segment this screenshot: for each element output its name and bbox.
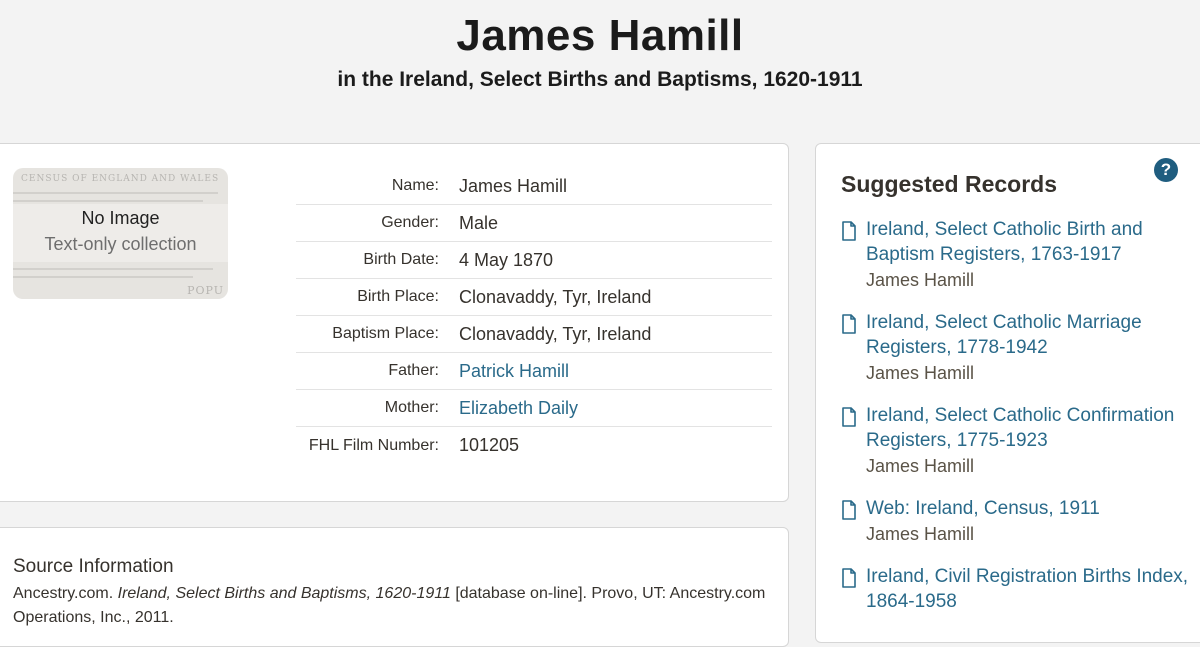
record-field-row: Gender: Male xyxy=(296,205,772,242)
suggested-records-list: Ireland, Select Catholic Birth and Bapti… xyxy=(841,217,1200,631)
suggested-record-link[interactable]: Web: Ireland, Census, 1911 xyxy=(866,496,1200,521)
document-icon xyxy=(842,500,856,520)
field-label: Birth Date: xyxy=(363,251,439,268)
bg-doc-line xyxy=(13,276,193,278)
bg-doc-popu: POPU xyxy=(187,284,224,297)
record-field-row: Birth Place: Clonavaddy, Tyr, Ireland xyxy=(296,279,772,316)
field-value: Clonavaddy, Tyr, Ireland xyxy=(459,286,652,307)
field-value: Clonavaddy, Tyr, Ireland xyxy=(459,323,652,344)
field-label: Baptism Place: xyxy=(332,325,439,342)
question-circle-icon[interactable]: ? xyxy=(1154,158,1178,182)
field-label: Father: xyxy=(388,362,439,379)
suggested-record-item: Ireland, Civil Registration Births Index… xyxy=(841,564,1200,614)
record-field-row: Baptism Place: Clonavaddy, Tyr, Ireland xyxy=(296,316,772,353)
suggested-record-link[interactable]: Ireland, Select Catholic Confirmation Re… xyxy=(866,403,1200,453)
suggested-records-title: Suggested Records xyxy=(841,171,1057,197)
suggested-record-person: James Hamill xyxy=(866,270,975,290)
record-field-row: Father: Patrick Hamill xyxy=(296,353,772,390)
suggested-record-person: James Hamill xyxy=(866,456,975,476)
no-image-subtitle: Text-only collection xyxy=(44,234,197,254)
suggested-record-person: James Hamill xyxy=(866,524,975,544)
no-image-title: No Image xyxy=(81,208,160,228)
document-icon xyxy=(842,407,856,427)
page-header: James Hamill in the Ireland, Select Birt… xyxy=(0,0,1200,92)
page-title: James Hamill xyxy=(456,11,744,60)
collection-subtitle: in the Ireland, Select Births and Baptis… xyxy=(337,68,863,91)
field-label: Birth Place: xyxy=(357,288,439,305)
suggested-record-link[interactable]: Ireland, Select Catholic Birth and Bapti… xyxy=(866,217,1200,267)
source-collection: Ireland, Select Births and Baptisms, 162… xyxy=(117,585,451,602)
field-value-link[interactable]: Patrick Hamill xyxy=(459,361,569,382)
suggested-record-person: James Hamill xyxy=(866,363,975,383)
source-citation: Ancestry.com. Ireland, Select Births and… xyxy=(13,582,773,630)
bg-doc-line xyxy=(13,268,213,270)
suggested-record-item: Ireland, Select Catholic Confirmation Re… xyxy=(841,403,1200,479)
record-field-row: FHL Film Number: 101205 xyxy=(296,427,772,464)
no-image-placeholder: CENSUS OF ENGLAND AND WALES POPU No Imag… xyxy=(13,168,228,299)
record-fields: Name: James Hamill Gender: Male Birth Date: 4… xyxy=(296,168,772,464)
field-label: Name: xyxy=(391,177,439,194)
field-value: Male xyxy=(459,212,499,233)
field-value-link[interactable]: Elizabeth Daily xyxy=(459,398,578,419)
source-card: Source Information Ancestry.com. Ireland… xyxy=(0,527,789,647)
field-label: Gender: xyxy=(381,214,439,231)
bg-doc-line xyxy=(13,200,203,202)
field-value: 4 May 1870 xyxy=(459,249,554,270)
bg-doc-heading: CENSUS OF ENGLAND AND WALES xyxy=(21,174,220,184)
field-value: James Hamill xyxy=(459,175,568,196)
suggested-record-item: Web: Ireland, Census, 1911 James Hamill xyxy=(841,496,1200,547)
field-label: Mother: xyxy=(384,399,439,416)
document-icon xyxy=(842,568,856,588)
bg-doc-line xyxy=(13,192,218,194)
source-publisher: Ancestry.com. xyxy=(13,585,114,602)
suggested-record-item: Ireland, Select Catholic Birth and Bapti… xyxy=(841,217,1200,293)
source-title: Source Information xyxy=(13,556,174,577)
record-field-row: Name: James Hamill xyxy=(296,168,772,205)
suggested-records-card: Suggested Records ? Ireland, Select Cath… xyxy=(815,143,1200,643)
record-field-row: Birth Date: 4 May 1870 xyxy=(296,242,772,279)
suggested-record-link[interactable]: Ireland, Civil Registration Births Index… xyxy=(866,564,1200,614)
suggested-record-link[interactable]: Ireland, Select Catholic Marriage Regist… xyxy=(866,310,1200,360)
field-label: FHL Film Number: xyxy=(308,436,439,454)
field-value: 101205 xyxy=(459,435,520,455)
document-icon xyxy=(842,314,856,334)
document-icon xyxy=(842,221,856,241)
record-field-row: Mother: Elizabeth Daily xyxy=(296,390,772,427)
suggested-record-item: Ireland, Select Catholic Marriage Regist… xyxy=(841,310,1200,386)
